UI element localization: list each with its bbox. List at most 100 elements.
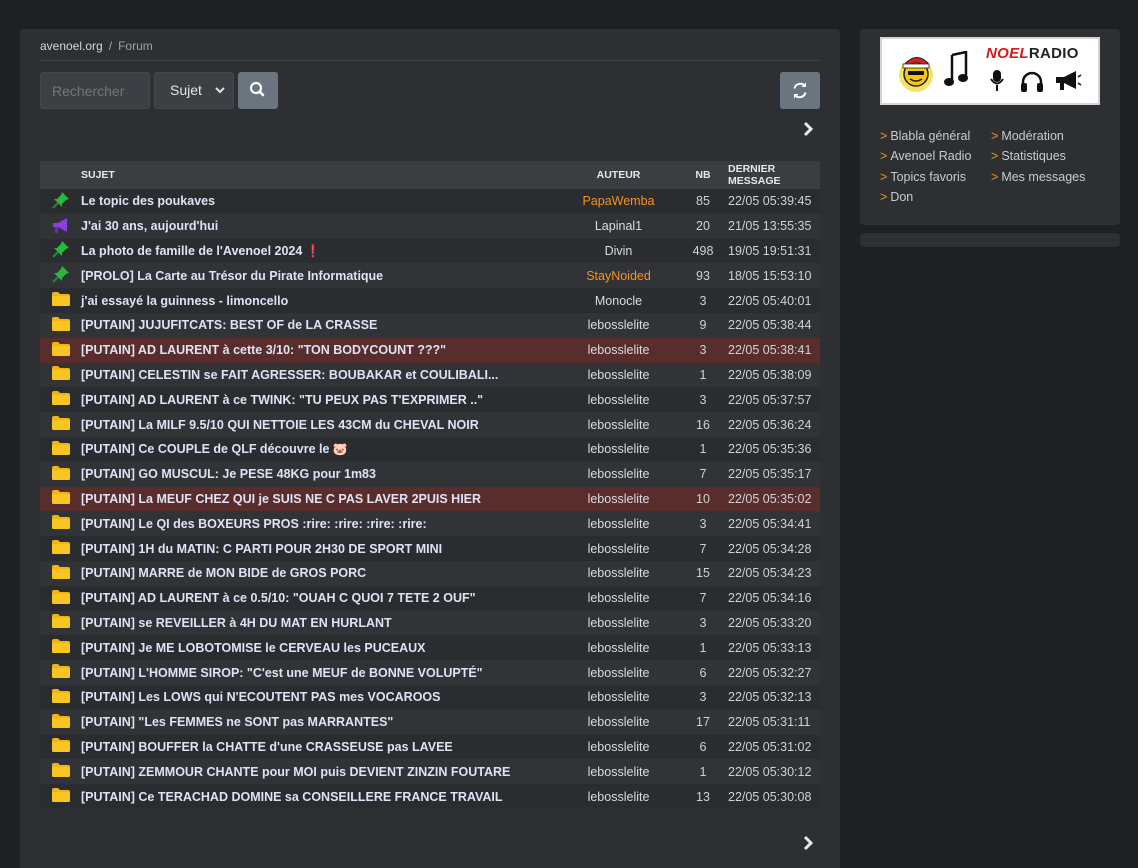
topic-author[interactable]: lebosslelite — [559, 387, 678, 412]
sidebar-link-messages[interactable]: > Mes messages — [991, 167, 1085, 187]
topic-last-date[interactable]: 22/05 05:31:02 — [728, 735, 820, 760]
topic-title[interactable]: [PUTAIN] Ce COUPLE de QLF découvre le — [81, 442, 333, 456]
topic-author[interactable]: Divin — [559, 239, 678, 264]
topic-last-date[interactable]: 22/05 05:32:27 — [728, 660, 820, 685]
topic-last-date[interactable]: 21/05 13:55:35 — [728, 214, 820, 239]
topic-author[interactable]: lebosslelite — [559, 412, 678, 437]
topic-title-cell[interactable]: [PUTAIN] AD LAURENT à ce 0.5/10: "OUAH C… — [81, 586, 559, 611]
topic-title[interactable]: [PUTAIN] MARRE de MON BIDE de GROS PORC — [81, 566, 366, 580]
topic-author[interactable]: lebosslelite — [559, 660, 678, 685]
topic-last-date[interactable]: 22/05 05:30:08 — [728, 784, 820, 809]
topic-author[interactable]: Monocle — [559, 288, 678, 313]
topic-title[interactable]: [PUTAIN] AD LAURENT à cette 3/10: "TON B… — [81, 343, 446, 357]
topic-last-date[interactable]: 19/05 19:51:31 — [728, 239, 820, 264]
topic-last-date[interactable]: 22/05 05:34:23 — [728, 561, 820, 586]
topic-title[interactable]: [PUTAIN] La MEUF CHEZ QUI je SUIS NE C P… — [81, 492, 481, 506]
topic-last-date[interactable]: 22/05 05:38:41 — [728, 338, 820, 363]
topic-author[interactable]: lebosslelite — [559, 462, 678, 487]
breadcrumb-home-link[interactable]: avenoel.org — [40, 39, 103, 53]
header-author[interactable]: AUTEUR — [559, 161, 678, 189]
table-row[interactable]: [PUTAIN] GO MUSCUL: Je PESE 48KG pour 1m… — [40, 461, 820, 487]
topic-title[interactable]: [PUTAIN] Je ME LOBOTOMISE le CERVEAU les… — [81, 641, 426, 655]
topic-title[interactable]: [PROLO] La Carte au Trésor du Pirate Inf… — [81, 269, 383, 283]
topic-title-cell[interactable]: [PUTAIN] BOUFFER la CHATTE d'une CRASSEU… — [81, 735, 559, 760]
topic-title-cell[interactable]: [PUTAIN] Je ME LOBOTOMISE le CERVEAU les… — [81, 635, 559, 660]
table-row[interactable]: [PUTAIN] AD LAURENT à ce TWINK: "TU PEUX… — [40, 387, 820, 413]
table-row[interactable]: [PROLO] La Carte au Trésor du Pirate Inf… — [40, 263, 820, 289]
topic-last-date[interactable]: 22/05 05:35:02 — [728, 487, 820, 512]
table-row[interactable]: [PUTAIN] se REVEILLER à 4H DU MAT EN HUR… — [40, 610, 820, 636]
table-row[interactable]: J'ai 30 ans, aujourd'hui Lapinal1 20 21/05 … — [40, 213, 820, 239]
topic-title-cell[interactable]: [PUTAIN] La MILF 9.5/10 QUI NETTOIE LES … — [81, 412, 559, 437]
topic-title[interactable]: [PUTAIN] Les LOWS qui N'ECOUTENT PAS mes… — [81, 690, 440, 704]
topic-author[interactable]: lebosslelite — [559, 611, 678, 636]
topic-title[interactable]: [PUTAIN] AD LAURENT à ce TWINK: "TU PEUX… — [81, 393, 483, 407]
topic-title-cell[interactable]: [PUTAIN] Le QI des BOXEURS PROS :rire: :… — [81, 511, 559, 536]
table-row[interactable]: [PUTAIN] JUJUFITCATS: BEST OF de LA CRAS… — [40, 312, 820, 338]
topic-title-cell[interactable]: [PUTAIN] 1H du MATIN: C PARTI POUR 2H30 … — [81, 536, 559, 561]
topic-last-date[interactable]: 22/05 05:35:36 — [728, 437, 820, 462]
table-row[interactable]: La photo de famille de l'Avenoel 2024 ❗ D… — [40, 238, 820, 264]
topic-author[interactable]: lebosslelite — [559, 561, 678, 586]
topic-title[interactable]: [PUTAIN] Le QI des BOXEURS PROS :rire: :… — [81, 517, 427, 531]
table-row[interactable]: [PUTAIN] 1H du MATIN: C PARTI POUR 2H30 … — [40, 536, 820, 561]
topic-author[interactable]: Lapinal1 — [559, 214, 678, 239]
topic-title[interactable]: [PUTAIN] 1H du MATIN: C PARTI POUR 2H30 … — [81, 542, 442, 556]
topic-title-cell[interactable]: j'ai essayé la guinness - limoncello — [81, 288, 559, 313]
header-subject[interactable]: SUJET — [81, 161, 559, 189]
topic-author[interactable]: lebosslelite — [559, 536, 678, 561]
topic-author[interactable]: lebosslelite — [559, 313, 678, 338]
table-row[interactable]: [PUTAIN] MARRE de MON BIDE de GROS PORC l… — [40, 560, 820, 586]
topic-title-cell[interactable]: [PUTAIN] MARRE de MON BIDE de GROS PORC — [81, 561, 559, 586]
topic-author[interactable]: lebosslelite — [559, 685, 678, 710]
topic-last-date[interactable]: 22/05 05:34:41 — [728, 511, 820, 536]
table-row[interactable]: [PUTAIN] "Les FEMMES ne SONT pas MARRANT… — [40, 709, 820, 735]
topic-last-date[interactable]: 22/05 05:34:16 — [728, 586, 820, 611]
topic-author[interactable]: lebosslelite — [559, 586, 678, 611]
topic-title-cell[interactable]: [PUTAIN] Ce TERACHAD DOMINE sa CONSEILLE… — [81, 784, 559, 809]
sidebar-link-don[interactable]: > Don — [880, 187, 971, 207]
topic-author[interactable]: lebosslelite — [559, 511, 678, 536]
sidebar-link-favorites[interactable]: > Topics favoris — [880, 167, 971, 187]
topic-author[interactable]: lebosslelite — [559, 338, 678, 363]
table-row[interactable]: [PUTAIN] CELESTIN se FAIT AGRESSER: BOUB… — [40, 362, 820, 388]
topic-title[interactable]: [PUTAIN] L'HOMME SIROP: "C'est une MEUF … — [81, 666, 483, 680]
topic-title-cell[interactable]: [PUTAIN] Ce COUPLE de QLF découvre le 🐷 — [81, 437, 559, 462]
header-last-message[interactable]: DERNIER MESSAGE — [728, 161, 820, 189]
topic-last-date[interactable]: 22/05 05:40:01 — [728, 288, 820, 313]
sidebar-link-stats[interactable]: > Statistiques — [991, 146, 1085, 166]
topic-title-cell[interactable]: [PUTAIN] AD LAURENT à cette 3/10: "TON B… — [81, 338, 559, 363]
table-row[interactable]: [PUTAIN] La MILF 9.5/10 QUI NETTOIE LES … — [40, 412, 820, 437]
topic-title[interactable]: [PUTAIN] se REVEILLER à 4H DU MAT EN HUR… — [81, 616, 392, 630]
noelradio-banner[interactable]: NOELRADIO — [880, 37, 1100, 105]
topic-title-cell[interactable]: [PUTAIN] CELESTIN se FAIT AGRESSER: BOUB… — [81, 363, 559, 388]
search-type-select[interactable]: Sujet — [154, 72, 234, 109]
next-page-icon[interactable] — [800, 121, 816, 137]
topic-last-date[interactable]: 22/05 05:36:24 — [728, 412, 820, 437]
topic-author[interactable]: lebosslelite — [559, 784, 678, 809]
topic-author[interactable]: PapaWemba — [559, 189, 678, 214]
topic-title-cell[interactable]: [PUTAIN] "Les FEMMES ne SONT pas MARRANT… — [81, 710, 559, 735]
topic-title[interactable]: [PUTAIN] JUJUFITCATS: BEST OF de LA CRAS… — [81, 318, 377, 332]
topic-title-cell[interactable]: [PUTAIN] GO MUSCUL: Je PESE 48KG pour 1m… — [81, 462, 559, 487]
table-row[interactable]: [PUTAIN] Ce COUPLE de QLF découvre le 🐷 l… — [40, 436, 820, 462]
topic-title-cell[interactable]: [PUTAIN] AD LAURENT à ce TWINK: "TU PEUX… — [81, 387, 559, 412]
next-page-bottom-icon[interactable] — [800, 835, 816, 851]
topic-title[interactable]: [PUTAIN] La MILF 9.5/10 QUI NETTOIE LES … — [81, 418, 479, 432]
table-row[interactable]: [PUTAIN] ZEMMOUR CHANTE pour MOI puis DE… — [40, 759, 820, 785]
search-button[interactable] — [238, 72, 278, 109]
topic-title[interactable]: [PUTAIN] CELESTIN se FAIT AGRESSER: BOUB… — [81, 368, 498, 382]
search-input[interactable] — [40, 72, 150, 109]
topic-author[interactable]: StayNoided — [559, 263, 678, 288]
topic-author[interactable]: lebosslelite — [559, 487, 678, 512]
table-row[interactable]: [PUTAIN] Ce TERACHAD DOMINE sa CONSEILLE… — [40, 784, 820, 809]
topic-title-cell[interactable]: [PUTAIN] se REVEILLER à 4H DU MAT EN HUR… — [81, 611, 559, 636]
topic-title[interactable]: [PUTAIN] GO MUSCUL: Je PESE 48KG pour 1m… — [81, 467, 376, 481]
topic-title[interactable]: Le topic des poukaves — [81, 194, 215, 208]
topic-author[interactable]: lebosslelite — [559, 759, 678, 784]
topic-title[interactable]: J'ai 30 ans, aujourd'hui — [81, 219, 218, 233]
topic-title-cell[interactable]: [PUTAIN] L'HOMME SIROP: "C'est une MEUF … — [81, 660, 559, 685]
topic-title-cell[interactable]: [PUTAIN] La MEUF CHEZ QUI je SUIS NE C P… — [81, 487, 559, 512]
header-nb[interactable]: NB — [678, 161, 728, 189]
topic-title-cell[interactable]: [PUTAIN] JUJUFITCATS: BEST OF de LA CRAS… — [81, 313, 559, 338]
